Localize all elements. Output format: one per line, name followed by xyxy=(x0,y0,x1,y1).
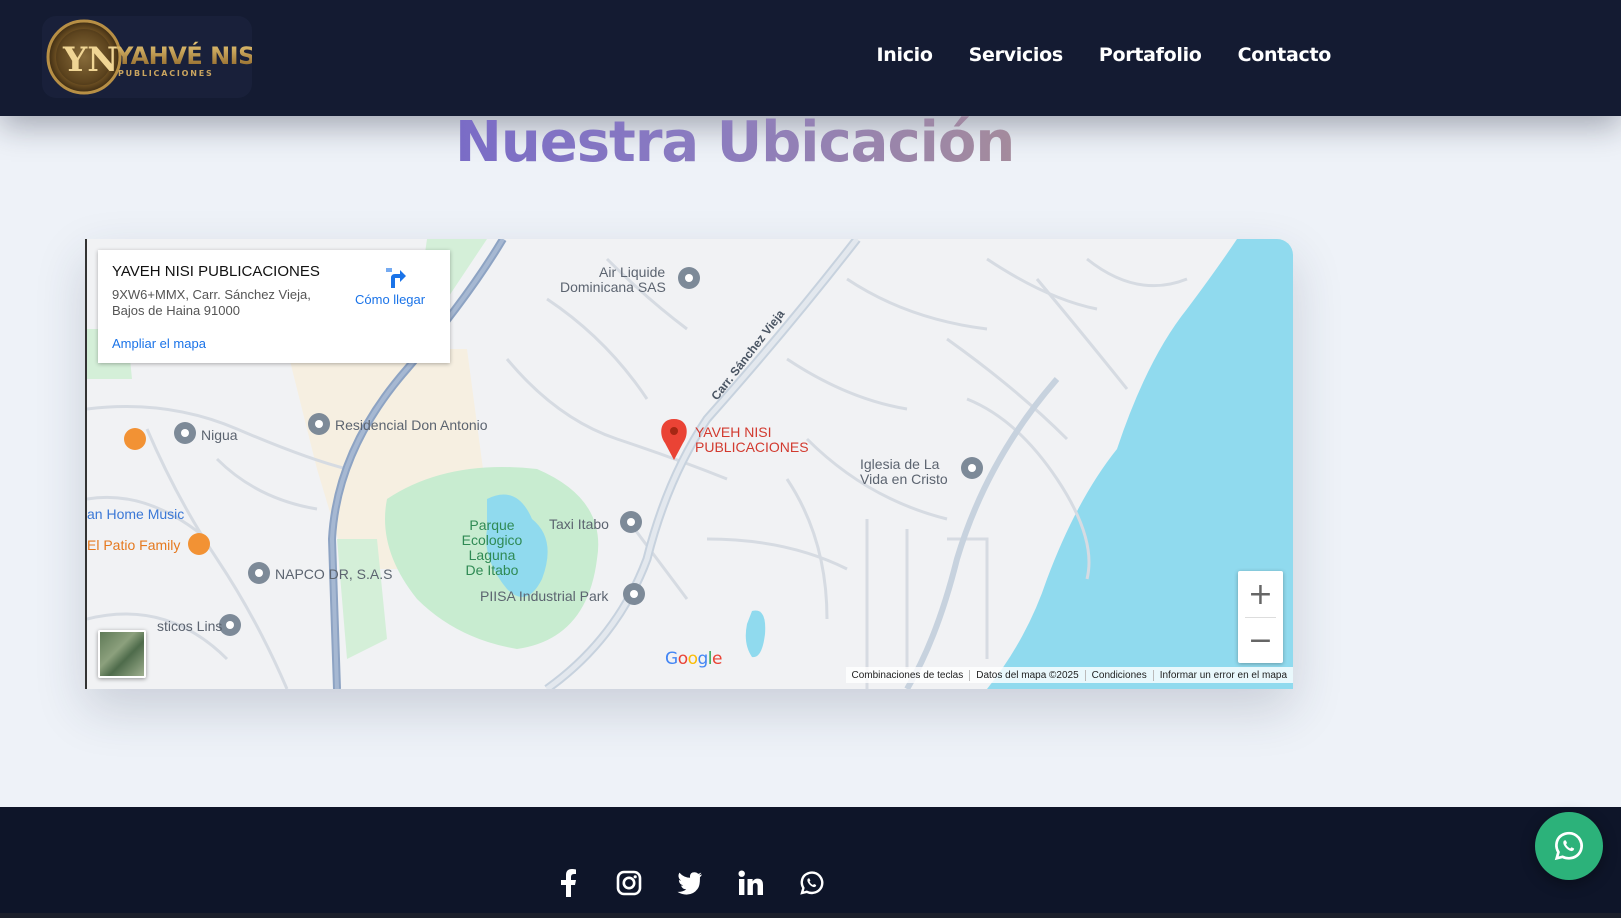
site-footer xyxy=(0,807,1621,918)
nav-contacto[interactable]: Contacto xyxy=(1238,44,1332,66)
zoom-in-button[interactable]: + xyxy=(1238,571,1283,617)
whatsapp-icon xyxy=(1554,831,1584,861)
place-info-card: YAVEH NISI PUBLICACIONES 9XW6+MMX, Carr.… xyxy=(98,250,450,363)
map-label-taxi[interactable]: Taxi Itabo xyxy=(549,516,609,532)
place-address: 9XW6+MMX, Carr. Sánchez Vieja, Bajos de … xyxy=(112,287,311,318)
map-label-residencial[interactable]: Residencial Don Antonio xyxy=(335,417,488,433)
map-label-napco[interactable]: NAPCO DR, S.A.S xyxy=(275,566,392,582)
nav-portafolio[interactable]: Portafolio xyxy=(1099,44,1202,66)
map-label-parque-3[interactable]: Laguna xyxy=(469,547,516,563)
logo-text: YAHVÉ NISI xyxy=(115,41,252,70)
google-logo: Google xyxy=(665,649,722,669)
zoom-controls: + − xyxy=(1238,571,1283,663)
logo-subtext: PUBLICACIONES xyxy=(118,69,214,78)
map-label-patio[interactable]: El Patio Family xyxy=(87,537,180,553)
whatsapp-fab-button[interactable] xyxy=(1535,812,1603,880)
map-label-air-liquide[interactable]: Air Liquide xyxy=(599,264,665,280)
map-label-parque-2[interactable]: Ecologico xyxy=(462,532,523,548)
twitter-icon[interactable] xyxy=(676,869,703,896)
map-label-air-liquide-2[interactable]: Dominicana SAS xyxy=(560,279,666,295)
nav-inicio[interactable]: Inicio xyxy=(876,44,932,66)
directions-link[interactable]: Cómo llegar xyxy=(355,292,425,307)
whatsapp-icon[interactable] xyxy=(798,869,825,896)
nav-servicios[interactable]: Servicios xyxy=(969,44,1064,66)
zoom-divider xyxy=(1245,617,1276,618)
site-header: YN YAHVÉ NISI PUBLICACIONES Inicio Servi… xyxy=(0,0,1621,116)
map-marker-label[interactable]: YAVEH NISI xyxy=(695,424,772,440)
satellite-layer-toggle[interactable] xyxy=(98,630,146,678)
social-links xyxy=(554,868,825,897)
place-name: YAVEH NISI PUBLICACIONES xyxy=(112,263,320,280)
embedded-map[interactable]: Air Liquide Dominicana SAS Residencial D… xyxy=(85,239,1293,689)
facebook-icon[interactable] xyxy=(554,868,581,897)
map-label-iglesia[interactable]: Iglesia de La xyxy=(860,456,940,472)
map-attribution: Combinaciones de teclas Datos del mapa ©… xyxy=(845,667,1293,683)
linkedin-icon[interactable] xyxy=(737,869,764,896)
main-nav: Inicio Servicios Portafolio Contacto xyxy=(876,44,1331,66)
map-label-piisa[interactable]: PIISA Industrial Park xyxy=(480,588,609,604)
map-label-iglesia-2[interactable]: Vida en Cristo xyxy=(860,471,948,487)
keyboard-shortcuts-link[interactable]: Combinaciones de teclas xyxy=(846,670,970,681)
logo[interactable]: YN YAHVÉ NISI PUBLICACIONES xyxy=(42,16,264,98)
expand-map-link[interactable]: Ampliar el mapa xyxy=(112,336,206,351)
terms-link[interactable]: Condiciones xyxy=(1084,669,1153,681)
map-label-home-music[interactable]: an Home Music xyxy=(87,506,184,522)
zoom-out-button[interactable]: − xyxy=(1238,617,1283,663)
map-label-nigua[interactable]: Nigua xyxy=(201,427,238,443)
instagram-icon[interactable] xyxy=(615,869,642,896)
map-label-parque[interactable]: Parque xyxy=(469,517,514,533)
section-title: Nuestra Ubicación xyxy=(455,110,1015,175)
bottom-strip xyxy=(0,913,1621,918)
logo-monogram: YN xyxy=(62,40,118,80)
map-label-lins[interactable]: sticos Lins xyxy=(157,618,222,634)
map-data-text: Datos del mapa ©2025 xyxy=(969,669,1084,681)
report-error-link[interactable]: Informar un error en el mapa xyxy=(1152,669,1293,681)
directions-icon[interactable] xyxy=(382,264,408,290)
map-marker-label-2[interactable]: PUBLICACIONES xyxy=(695,439,809,455)
map-label-parque-4[interactable]: De Itabo xyxy=(466,562,519,578)
